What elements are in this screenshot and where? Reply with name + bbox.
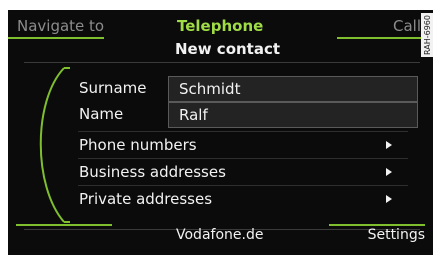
divider — [78, 131, 408, 132]
tab-bar: Navigate to Telephone Call — [8, 10, 433, 44]
name-input[interactable]: Ralf — [168, 102, 418, 128]
tab-navigate-to[interactable]: Navigate to — [17, 17, 104, 35]
footer-underline-left — [16, 224, 112, 226]
tab-telephone[interactable]: Telephone — [177, 17, 263, 35]
page-title: New contact — [175, 40, 281, 58]
menu-item-label: Phone numbers — [79, 136, 197, 154]
screen: Navigate to Telephone Call RAH-6960 New … — [0, 0, 442, 265]
menu-item-private-addresses[interactable]: Private addresses — [24, 187, 414, 211]
surname-input[interactable]: Schmidt — [168, 76, 418, 102]
tab-underline-right — [337, 37, 433, 39]
watermark: RAH-6960 — [421, 13, 433, 57]
operator-label: Vodafone.de — [176, 227, 264, 243]
chevron-right-icon — [386, 195, 392, 203]
contact-form: Surname Schmidt Name Ralf Phone numbers … — [24, 62, 420, 230]
surname-value: Schmidt — [179, 80, 241, 98]
footer-underline-right — [329, 224, 425, 226]
surname-label: Surname — [79, 79, 147, 97]
menu-item-business-addresses[interactable]: Business addresses — [24, 160, 414, 184]
divider — [78, 185, 408, 186]
divider — [78, 158, 408, 159]
name-label: Name — [79, 105, 124, 123]
name-row: Name Ralf — [24, 102, 418, 128]
tab-underline-left — [8, 37, 104, 39]
chevron-right-icon — [386, 141, 392, 149]
chevron-right-icon — [386, 168, 392, 176]
settings-button[interactable]: Settings — [368, 227, 425, 243]
menu-item-label: Business addresses — [79, 163, 226, 181]
infotainment-panel: Navigate to Telephone Call RAH-6960 New … — [8, 10, 433, 255]
tab-call[interactable]: Call — [393, 17, 421, 35]
name-value: Ralf — [179, 106, 208, 124]
menu-item-phone-numbers[interactable]: Phone numbers — [24, 133, 414, 157]
surname-row: Surname Schmidt — [24, 76, 418, 102]
menu-item-label: Private addresses — [79, 190, 213, 208]
